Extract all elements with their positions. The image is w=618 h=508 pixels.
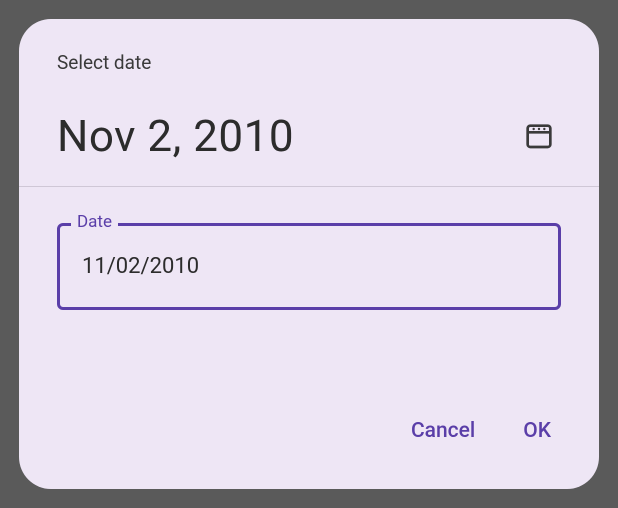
dialog-title: Select date bbox=[57, 51, 561, 74]
dialog-body: Date bbox=[19, 187, 599, 409]
date-input[interactable] bbox=[57, 223, 561, 310]
date-display-row: Nov 2, 2010 bbox=[57, 110, 561, 162]
date-picker-dialog: Select date Nov 2, 2010 Date bbox=[19, 19, 599, 489]
selected-date-display: Nov 2, 2010 bbox=[57, 110, 294, 162]
calendar-toggle-button[interactable] bbox=[517, 113, 561, 160]
calendar-icon bbox=[523, 119, 555, 154]
cancel-button[interactable]: Cancel bbox=[405, 409, 481, 453]
ok-button[interactable]: OK bbox=[517, 409, 557, 453]
date-field-wrap: Date bbox=[57, 223, 561, 310]
dialog-header: Select date Nov 2, 2010 bbox=[19, 19, 599, 187]
dialog-actions: Cancel OK bbox=[19, 409, 599, 489]
date-field-label: Date bbox=[71, 212, 118, 232]
